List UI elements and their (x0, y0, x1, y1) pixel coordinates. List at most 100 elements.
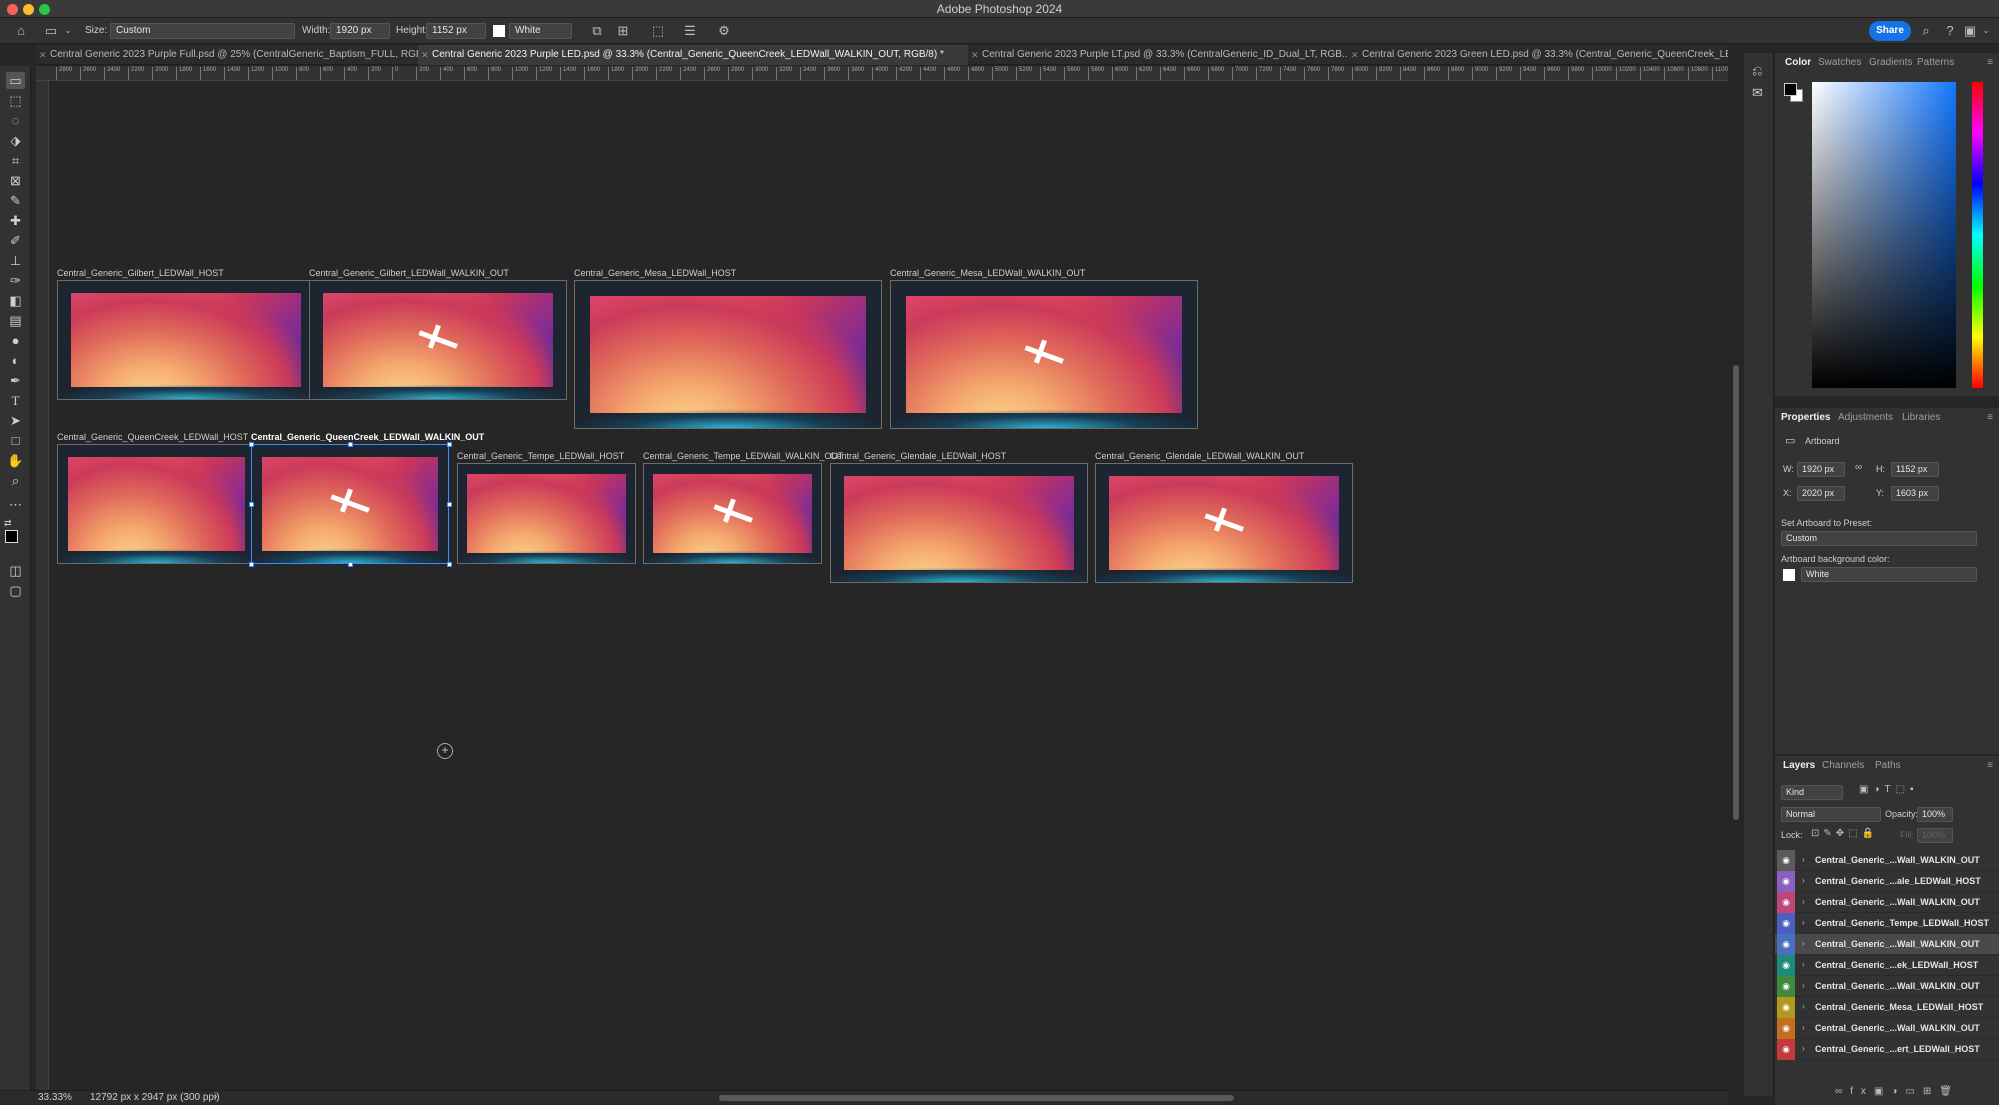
eye-visibility-icon[interactable]: ◉ (1777, 955, 1795, 976)
panel-menu-icon[interactable]: ≡ (1987, 57, 1993, 68)
size-select[interactable]: Custom (110, 23, 295, 39)
history-brush-tool-icon[interactable]: ✑ (6, 272, 25, 289)
help-icon[interactable]: ? (1942, 23, 1958, 39)
eye-visibility-icon[interactable]: ◉ (1777, 1039, 1795, 1060)
share-button[interactable]: Share (1869, 21, 1911, 41)
artboard[interactable] (830, 463, 1088, 583)
chevron-right-icon[interactable]: › (1802, 1023, 1805, 1032)
link-icon[interactable]: ∞ (1855, 462, 1862, 473)
maximize-window-button[interactable] (39, 4, 50, 15)
path-selection-tool-icon[interactable]: ➤ (6, 412, 25, 429)
close-window-button[interactable] (7, 4, 18, 15)
eye-visibility-icon[interactable]: ◉ (1777, 997, 1795, 1018)
artboard[interactable] (457, 463, 636, 564)
clone-stamp-tool-icon[interactable]: ⊥ (6, 252, 25, 269)
gear-icon[interactable]: ⚙ (716, 23, 732, 39)
home-icon[interactable]: ⌂ (13, 23, 29, 39)
opacity-field[interactable]: 100% (1917, 807, 1953, 822)
eye-visibility-icon[interactable]: ◉ (1777, 892, 1795, 913)
artboard-tool-preset-icon[interactable]: ▭ (43, 23, 59, 39)
chevron-right-icon[interactable]: › (1802, 1044, 1805, 1053)
foreground-color-chip[interactable] (1784, 83, 1797, 96)
type-tool-icon[interactable]: T (6, 392, 25, 409)
artboard-label[interactable]: Central_Generic_Tempe_LEDWall_WALKIN_OUT (643, 451, 843, 461)
hue-slider[interactable] (1972, 82, 1983, 388)
bg-color-swatch[interactable] (493, 25, 505, 37)
artboard[interactable] (1095, 463, 1353, 583)
layer-row[interactable]: ◉ › Central_Generic_...ert_LEDWall_HOST (1775, 1039, 1999, 1060)
screen-mode-icon[interactable]: ▢ (6, 582, 25, 599)
artboard[interactable] (309, 280, 567, 400)
close-icon[interactable]: ✕ (971, 45, 979, 65)
lasso-tool-icon[interactable]: ◌ (6, 112, 25, 129)
add-artboard-icon[interactable]: ⧉ (589, 23, 605, 39)
artboard-label[interactable]: Central_Generic_QueenCreek_LEDWall_HOST (57, 432, 248, 442)
chevron-right-icon[interactable]: › (1802, 918, 1805, 927)
chevron-right-icon[interactable]: › (1802, 855, 1805, 864)
eyedropper-tool-icon[interactable]: ✎ (6, 192, 25, 209)
history-icon[interactable]: ⎌ (1752, 63, 1762, 79)
layer-filter-icons[interactable]: ▣◑T⬚▪ (1859, 784, 1919, 795)
artboard-label[interactable]: Central_Generic_Tempe_LEDWall_HOST (457, 451, 624, 461)
artboard[interactable] (57, 280, 315, 400)
resize-handle[interactable] (348, 562, 353, 567)
blend-mode-select[interactable]: Normal (1781, 807, 1881, 822)
eye-visibility-icon[interactable]: ◉ (1777, 871, 1795, 892)
color-saturation-field[interactable] (1812, 82, 1956, 388)
chevron-right-icon[interactable]: › (1802, 1002, 1805, 1011)
minimize-window-button[interactable] (23, 4, 34, 15)
resize-handle[interactable] (447, 562, 452, 567)
artboard-tool-icon[interactable]: ▭ (6, 72, 25, 89)
artboard-label[interactable]: Central_Generic_Gilbert_LEDWall_WALKIN_O… (309, 268, 509, 278)
gradient-tool-icon[interactable]: ▤ (6, 312, 25, 329)
chevron-down-icon[interactable]: ⌄ (60, 23, 76, 39)
layer-actions-bar[interactable]: ∞fx▣◑▭⊞🗑 (1835, 1086, 1960, 1097)
eye-visibility-icon[interactable]: ◉ (1777, 934, 1795, 955)
artboard-bg-select[interactable]: White (1801, 567, 1977, 582)
quick-mask-icon[interactable]: ◫ (6, 562, 25, 579)
document-tab-purple-lt[interactable]: ✕ Central Generic 2023 Purple LT.psd @ 33… (968, 45, 1348, 65)
chevron-right-icon[interactable]: › (1802, 960, 1805, 969)
document-info[interactable]: 12792 px x 2947 px (300 ppi) (90, 1092, 220, 1103)
resize-handle[interactable] (249, 502, 254, 507)
search-icon[interactable]: ⌕ (1918, 23, 1934, 39)
artboard-label[interactable]: Central_Generic_Mesa_LEDWall_HOST (574, 268, 736, 278)
tab-paths[interactable]: Paths (1875, 760, 1901, 771)
layer-row[interactable]: ◉ › Central_Generic_...Wall_WALKIN_OUT (1775, 934, 1999, 955)
tab-gradients[interactable]: Gradients (1869, 57, 1912, 68)
panel-menu-icon[interactable]: ≡ (1987, 760, 1993, 771)
chevron-right-icon[interactable]: › (1802, 876, 1805, 885)
close-icon[interactable]: ✕ (39, 45, 47, 65)
artboard-y-field[interactable]: 1603 px (1891, 486, 1939, 501)
eye-visibility-icon[interactable]: ◉ (1777, 976, 1795, 997)
artboard-label[interactable]: Central_Generic_Glendale_LEDWall_WALKIN_… (1095, 451, 1304, 461)
resize-handle[interactable] (249, 442, 254, 447)
tab-patterns[interactable]: Patterns (1917, 57, 1954, 68)
document-tab-purple-led[interactable]: ✕ Central Generic 2023 Purple LED.psd @ 3… (418, 45, 968, 65)
tab-channels[interactable]: Channels (1822, 760, 1864, 771)
chevron-right-icon[interactable]: › (1802, 939, 1805, 948)
dodge-tool-icon[interactable]: ◐ (6, 352, 25, 369)
layer-filter-select[interactable]: Kind (1781, 785, 1843, 800)
layer-row[interactable]: ◉ › Central_Generic_...Wall_WALKIN_OUT (1775, 892, 1999, 913)
add-artboard-plus-icon[interactable]: + (437, 743, 453, 759)
frame-tool-icon[interactable]: ⊠ (6, 172, 25, 189)
artboard-bg-swatch[interactable] (1783, 569, 1795, 581)
layer-row[interactable]: ◉ › Central_Generic_...Wall_WALKIN_OUT (1775, 1018, 1999, 1039)
align-icon[interactable]: ☰ (682, 23, 698, 39)
close-icon[interactable]: ✕ (421, 45, 429, 65)
artboard-width-field[interactable]: 1920 px (1797, 462, 1845, 477)
document-tab-green-led[interactable]: ✕ Central Generic 2023 Green LED.psd @ 33… (1348, 45, 1728, 65)
artboard[interactable] (574, 280, 882, 429)
zoom-level[interactable]: 33.33% (38, 1092, 72, 1103)
artboard[interactable] (251, 444, 449, 564)
transform-icon[interactable]: ⬚ (650, 23, 666, 39)
eye-visibility-icon[interactable]: ◉ (1777, 850, 1795, 871)
artboard-label[interactable]: Central_Generic_Gilbert_LEDWall_HOST (57, 268, 224, 278)
tab-swatches[interactable]: Swatches (1818, 57, 1861, 68)
hand-tool-icon[interactable]: ✋ (6, 452, 25, 469)
tab-adjustments[interactable]: Adjustments (1838, 412, 1893, 423)
bg-color-select[interactable]: White (509, 23, 572, 39)
layer-row[interactable]: ◉ › Central_Generic_Mesa_LEDWall_HOST (1775, 997, 1999, 1018)
resize-handle[interactable] (348, 442, 353, 447)
